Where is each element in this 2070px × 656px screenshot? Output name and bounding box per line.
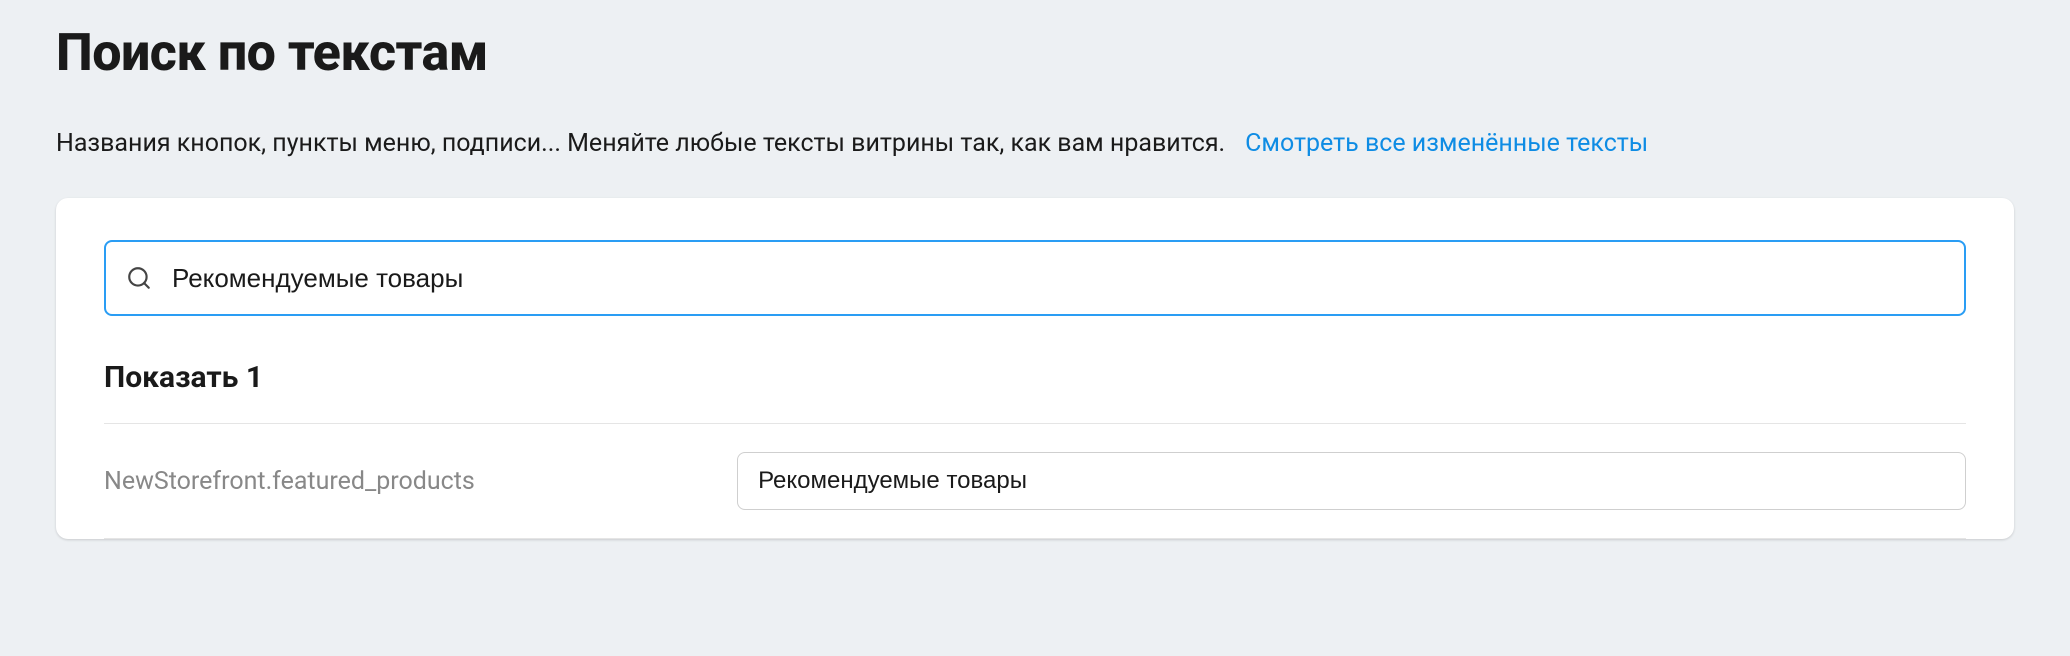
result-value-wrap	[737, 452, 1966, 510]
result-row: NewStorefront.featured_products	[104, 424, 1966, 539]
description-row: Названия кнопок, пункты меню, подписи...…	[56, 129, 2014, 158]
page-title: Поиск по текстам	[56, 22, 2014, 83]
result-key: NewStorefront.featured_products	[104, 467, 737, 496]
results-header: Показать 1	[104, 360, 1966, 424]
description-text: Названия кнопок, пункты меню, подписи...…	[56, 129, 1225, 158]
search-input-wrap	[104, 240, 1966, 316]
search-card: Показать 1 NewStorefront.featured_produc…	[56, 198, 2014, 539]
view-all-changed-texts-link[interactable]: Смотреть все изменённые тексты	[1245, 129, 1648, 158]
search-input[interactable]	[104, 240, 1966, 316]
result-value-input[interactable]	[737, 452, 1966, 510]
